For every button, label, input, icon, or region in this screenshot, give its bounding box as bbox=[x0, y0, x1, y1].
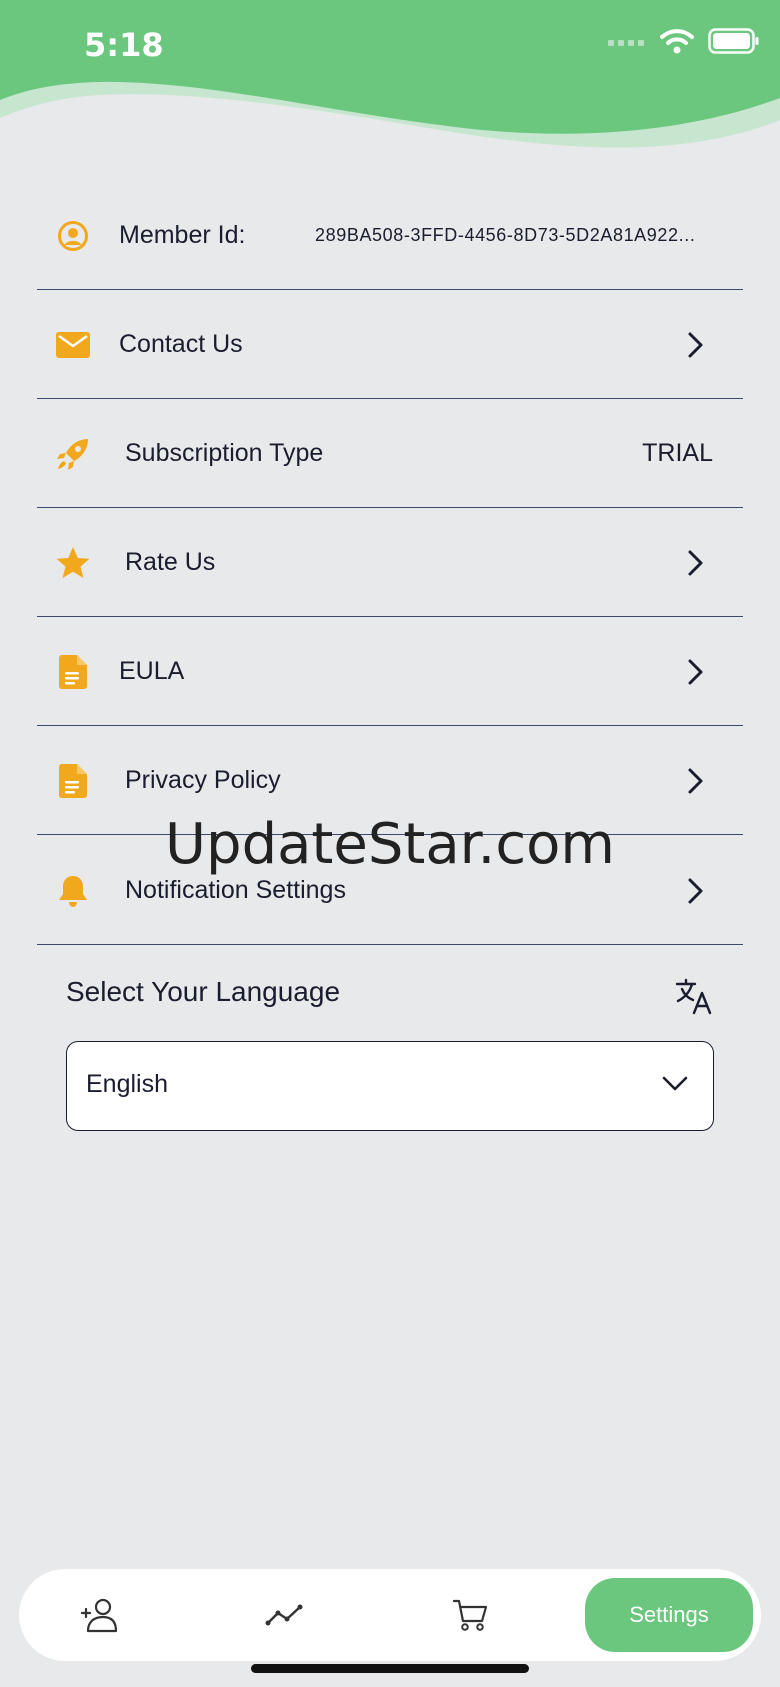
eula-row[interactable]: EULA bbox=[37, 618, 743, 726]
subscription-type-value: TRIAL bbox=[642, 439, 713, 467]
chevron-right-icon bbox=[688, 878, 703, 903]
tab-settings[interactable]: Settings bbox=[585, 1578, 753, 1652]
tab-cart[interactable] bbox=[396, 1569, 546, 1661]
notification-settings-row[interactable]: Notification Settings bbox=[37, 837, 743, 945]
subscription-type-label: Subscription Type bbox=[125, 439, 324, 467]
language-select[interactable]: English bbox=[66, 1041, 714, 1131]
header-wave: 5:18 bbox=[0, 0, 780, 170]
chevron-right-icon bbox=[688, 332, 703, 357]
battery-icon bbox=[708, 28, 759, 54]
subscription-type-row: Subscription Type TRIAL bbox=[37, 400, 743, 508]
chevron-right-icon bbox=[688, 659, 703, 684]
rocket-icon bbox=[55, 436, 91, 472]
status-time: 5:18 bbox=[84, 26, 164, 64]
user-circle-icon bbox=[55, 218, 91, 254]
tab-add-user[interactable] bbox=[24, 1569, 174, 1661]
privacy-policy-label: Privacy Policy bbox=[125, 766, 281, 794]
member-id-value: 289BA508-3FFD-4456-8D73-5D2A81A922... bbox=[315, 225, 696, 245]
add-user-icon bbox=[80, 1598, 118, 1633]
language-section-title: Select Your Language bbox=[66, 976, 341, 1007]
document-icon bbox=[55, 763, 91, 799]
cart-icon bbox=[453, 1599, 488, 1631]
chevron-down-icon bbox=[662, 1076, 688, 1091]
translate-icon bbox=[675, 978, 712, 1015]
member-id-row: Member Id: 289BA508-3FFD-4456-8D73-5D2A8… bbox=[37, 182, 743, 290]
eula-label: EULA bbox=[119, 657, 185, 685]
rate-us-row[interactable]: Rate Us bbox=[37, 509, 743, 617]
member-id-label: Member Id: bbox=[119, 221, 246, 249]
chevron-right-icon bbox=[688, 768, 703, 793]
signal-icon bbox=[608, 40, 644, 46]
language-select-value: English bbox=[86, 1070, 168, 1098]
status-icons bbox=[608, 28, 760, 54]
chevron-right-icon bbox=[688, 550, 703, 575]
wifi-icon bbox=[660, 29, 694, 54]
notification-settings-label: Notification Settings bbox=[125, 876, 346, 904]
document-icon bbox=[55, 654, 91, 690]
chart-line-icon bbox=[265, 1604, 303, 1626]
contact-us-label: Contact Us bbox=[119, 330, 243, 358]
contact-us-row[interactable]: Contact Us bbox=[37, 291, 743, 399]
tab-chart[interactable] bbox=[209, 1569, 359, 1661]
rate-us-label: Rate Us bbox=[125, 548, 216, 576]
envelope-icon bbox=[55, 327, 91, 363]
privacy-policy-row[interactable]: Privacy Policy bbox=[37, 727, 743, 835]
star-icon bbox=[55, 545, 91, 581]
home-indicator bbox=[251, 1664, 529, 1673]
bell-icon bbox=[55, 873, 91, 909]
bottom-tab-bar: Settings bbox=[19, 1569, 761, 1661]
